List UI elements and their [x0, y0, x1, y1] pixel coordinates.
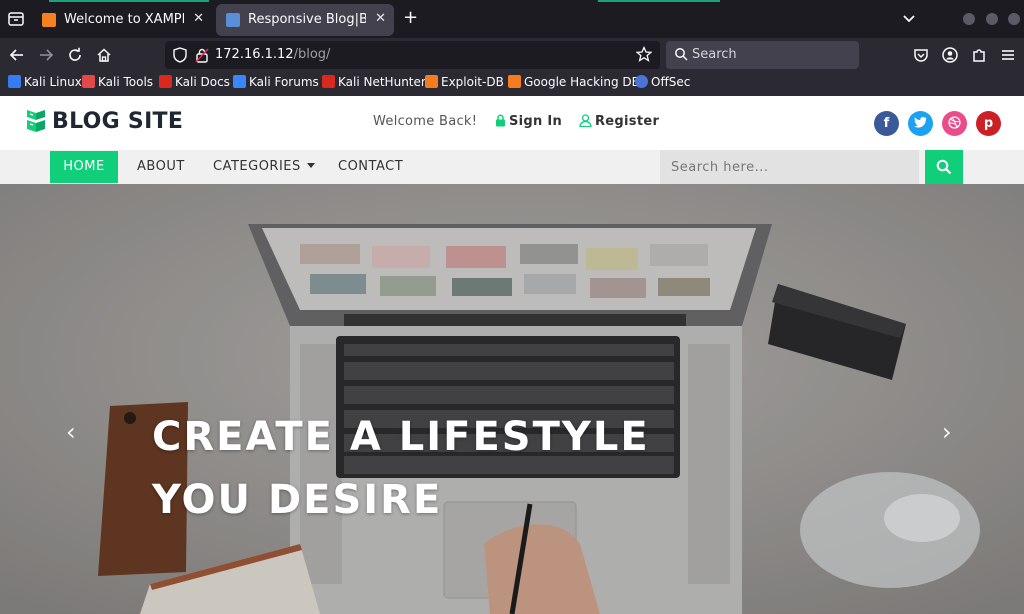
tab-highlight-line [49, 0, 209, 2]
reload-icon[interactable] [66, 46, 84, 64]
account-icon[interactable] [941, 46, 959, 64]
search-icon [936, 159, 952, 175]
facebook-icon[interactable]: f [874, 111, 899, 136]
insecure-lock-icon[interactable] [195, 47, 209, 63]
bookmark-label: Kali NetHunter [338, 75, 426, 89]
hero-heading-line: CREATE A LIFESTYLE [152, 414, 650, 460]
browser-toolbar: 172.16.1.12/blog/ Search [0, 38, 1024, 72]
dribbble-icon[interactable] [942, 111, 967, 136]
maximize-window-button[interactable] [986, 13, 998, 25]
user-icon [579, 114, 592, 128]
slider-prev-arrow[interactable]: ‹ [66, 418, 76, 446]
sign-in-label: Sign In [509, 114, 563, 129]
bookmark-label: Kali Tools [98, 75, 154, 89]
site-logo-text[interactable]: BLOG SITE [52, 109, 183, 134]
bookmark-label: Exploit-DB [441, 75, 504, 89]
tab-close-icon[interactable]: ✕ [375, 11, 386, 26]
extensions-icon[interactable] [970, 46, 988, 64]
nethunter-icon [322, 75, 335, 88]
menu-contact[interactable]: CONTACT [338, 150, 403, 184]
welcome-text: Welcome Back! [373, 114, 478, 129]
blog-logo-icon[interactable] [24, 108, 48, 134]
tab-title: Welcome to XAMPP [64, 12, 184, 27]
search-placeholder: Search [692, 47, 737, 62]
forward-arrow-icon[interactable] [37, 46, 55, 64]
exploit-db-icon [425, 75, 438, 88]
twitter-icon[interactable] [908, 111, 933, 136]
browser-tab-bar: Welcome to XAMPP ✕ Responsive Blog|Blogg… [0, 0, 1024, 38]
kali-docs-icon [159, 75, 172, 88]
shield-icon[interactable] [173, 47, 187, 63]
tab-blog[interactable]: Responsive Blog|Blogging ✕ [216, 4, 394, 36]
tab-highlight-line [598, 0, 720, 2]
xampp-favicon-icon [42, 13, 56, 27]
bookmark-label: Kali Forums [249, 75, 319, 89]
bookmark-star-icon[interactable] [636, 46, 652, 62]
bookmark-kali-forums[interactable]: Kali Forums [233, 75, 319, 89]
browser-search-field[interactable]: Search [666, 41, 859, 69]
bookmarks-toolbar: Kali Linux Kali Tools Kali Docs Kali For… [0, 72, 1024, 96]
url-path: /blog/ [293, 47, 331, 62]
url-text[interactable]: 172.16.1.12/blog/ [215, 47, 330, 62]
bookmark-exploit-db[interactable]: Exploit-DB [425, 75, 504, 89]
slider-next-arrow[interactable]: › [942, 418, 952, 446]
sign-in-link[interactable]: Sign In [495, 114, 562, 129]
address-bar[interactable]: 172.16.1.12/blog/ [165, 41, 660, 69]
ghdb-icon [508, 75, 521, 88]
kali-forums-icon [233, 75, 246, 88]
kali-dragon-icon [8, 75, 21, 88]
pocket-icon[interactable] [912, 46, 930, 64]
hero-heading: CREATE A LIFESTYLE YOU DESIRE [152, 406, 650, 532]
bookmark-ghdb[interactable]: Google Hacking DB [508, 75, 640, 89]
site-search-button[interactable] [925, 150, 963, 184]
tab-close-icon[interactable]: ✕ [193, 11, 204, 26]
bookmark-offsec[interactable]: OffSec [635, 75, 690, 89]
bookmark-kali-tools[interactable]: Kali Tools [82, 75, 153, 89]
search-icon [675, 48, 688, 61]
menu-home[interactable]: HOME [50, 151, 118, 183]
back-arrow-icon[interactable] [8, 46, 26, 64]
bookmark-label: OffSec [651, 75, 691, 89]
site-search-input[interactable] [660, 150, 919, 184]
bookmark-kali-nethunter[interactable]: Kali NetHunter [322, 75, 426, 89]
blog-favicon-icon [226, 13, 240, 27]
minimize-window-button[interactable] [963, 13, 975, 25]
hero-heading-line: YOU DESIRE [152, 477, 443, 523]
kali-tools-icon [82, 75, 95, 88]
home-icon[interactable] [95, 46, 113, 64]
register-link[interactable]: Register [579, 114, 659, 129]
new-tab-icon[interactable]: + [403, 7, 418, 28]
bookmark-label: Google Hacking DB [524, 75, 640, 89]
main-menu: HOME ABOUT CATEGORIES CONTACT [0, 150, 1024, 184]
menu-about[interactable]: ABOUT [137, 150, 185, 184]
hero-slider: ‹ › CREATE A LIFESTYLE YOU DESIRE [0, 184, 1024, 614]
menu-categories-label: CATEGORIES [213, 159, 301, 174]
register-label: Register [595, 114, 660, 129]
site-header: BLOG SITE Welcome Back! Sign In Register… [0, 96, 1024, 150]
url-host: 172.16.1.12 [215, 47, 294, 62]
tab-title: Responsive Blog|Blogging [248, 12, 366, 27]
pinterest-icon[interactable]: p [976, 111, 1001, 136]
bookmark-label: Kali Linux [24, 75, 82, 89]
chevron-down-icon[interactable] [900, 9, 918, 27]
bookmark-kali-docs[interactable]: Kali Docs [159, 75, 230, 89]
bookmark-kali-linux[interactable]: Kali Linux [8, 75, 82, 89]
close-window-button[interactable] [1008, 13, 1020, 25]
web-page: BLOG SITE Welcome Back! Sign In Register… [0, 96, 1024, 614]
tab-xampp[interactable]: Welcome to XAMPP ✕ [32, 4, 212, 36]
lock-icon [496, 114, 505, 127]
menu-hamburger-icon[interactable] [999, 46, 1017, 64]
offsec-icon [635, 75, 648, 88]
bookmark-label: Kali Docs [175, 75, 230, 89]
tab-overview-icon[interactable] [6, 9, 26, 29]
hero-background-image [0, 184, 1024, 614]
caret-down-icon [306, 163, 315, 168]
menu-categories[interactable]: CATEGORIES [213, 150, 315, 184]
